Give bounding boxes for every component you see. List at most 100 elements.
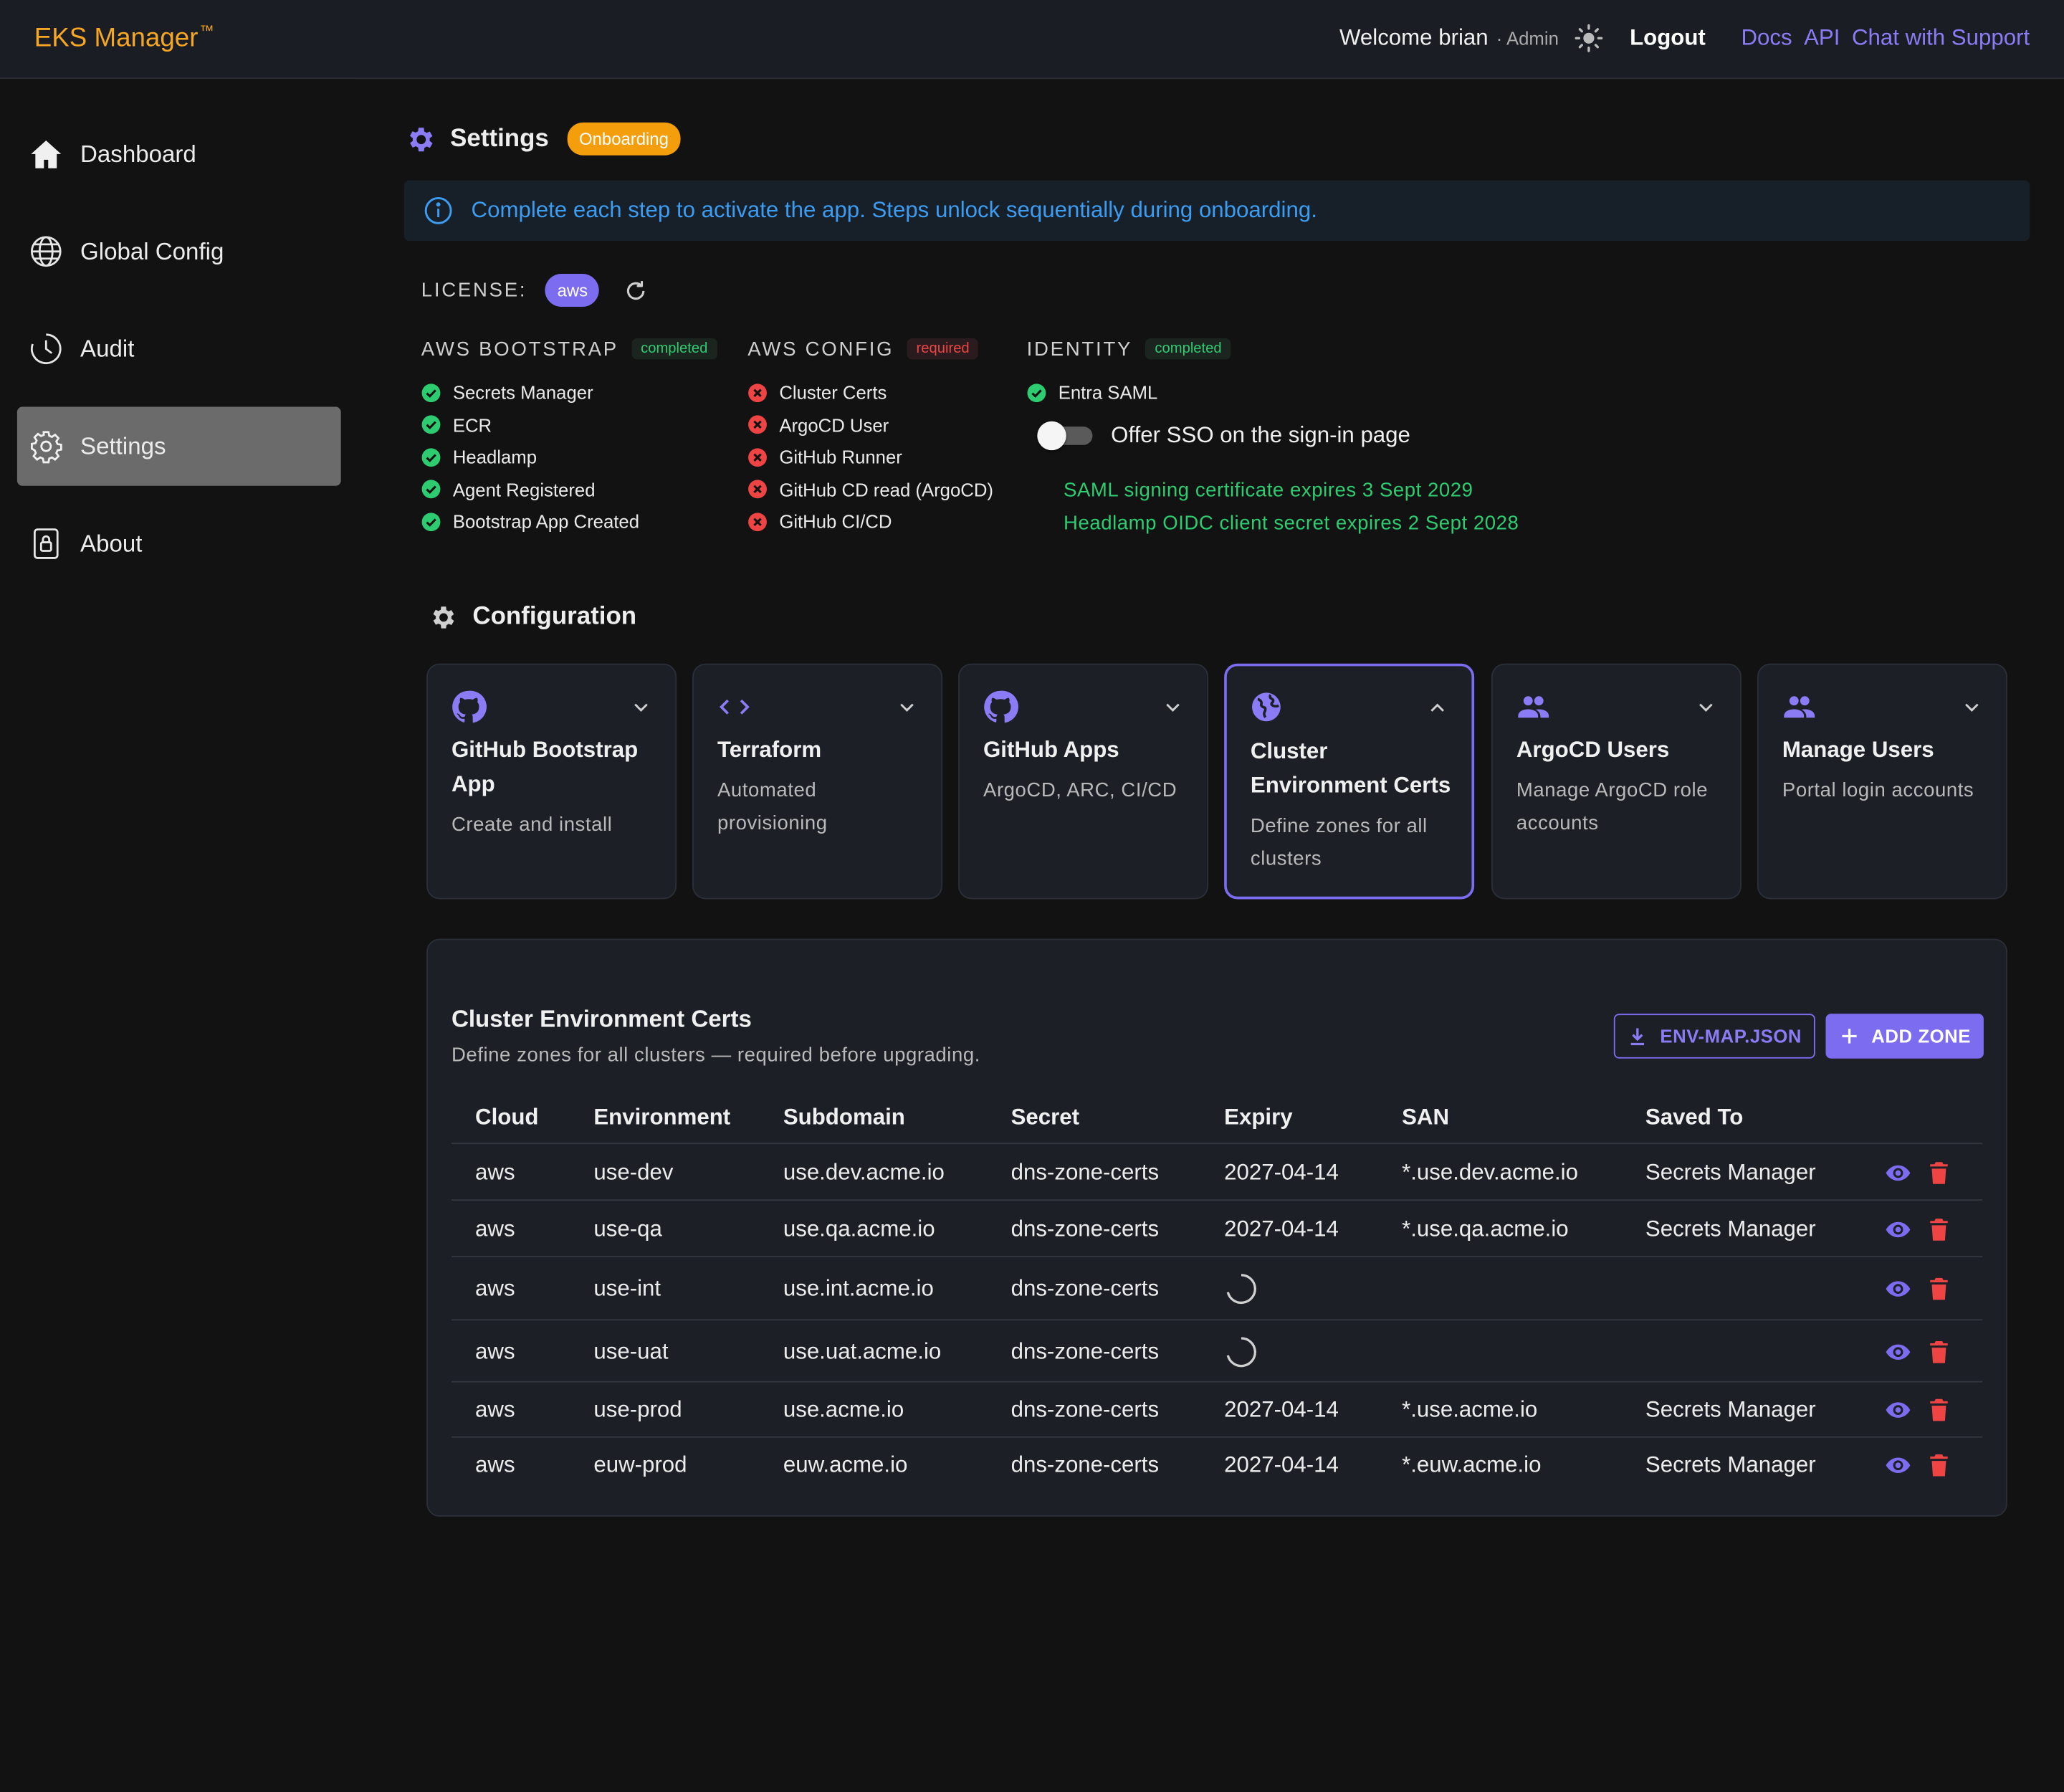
cell-subdomain: euw.acme.io (783, 1452, 908, 1477)
chat-support-link[interactable]: Chat with Support (1852, 25, 2030, 52)
card-github-bootstrap-app[interactable]: GitHub Bootstrap App Create and install (426, 663, 677, 900)
x-circle-icon (747, 383, 768, 403)
cell-cloud: aws (475, 1396, 515, 1422)
trash-icon[interactable] (1926, 1160, 1952, 1186)
certs-panel: Cluster Environment Certs Define zones f… (426, 938, 2007, 1517)
check-circle-icon (421, 480, 441, 500)
status-badge: completed (1145, 338, 1231, 360)
trash-icon[interactable] (1926, 1276, 1952, 1302)
table-row: aws euw-prod euw.acme.io dns-zone-certs 2027… (452, 1438, 1982, 1493)
cell-subdomain: use.int.acme.io (783, 1275, 934, 1301)
trash-icon[interactable] (1926, 1452, 1952, 1479)
chevron-down-icon[interactable] (1696, 697, 1716, 718)
column-header-cloud: Cloud (475, 1104, 539, 1130)
eye-icon[interactable] (1885, 1160, 1911, 1186)
sidebar-item-dashboard[interactable]: Dashboard (17, 115, 341, 194)
check-label: ECR (452, 414, 492, 436)
card-terraform[interactable]: Terraform Automated provisioning (692, 663, 943, 900)
plus-icon (1838, 1026, 1859, 1047)
cell-environment: euw-prod (593, 1452, 687, 1477)
cell-saved-to: Secrets Manager (1645, 1216, 1816, 1242)
cell-expiry: 2027-04-14 (1224, 1452, 1339, 1477)
check-item: Cluster Certs (747, 376, 993, 409)
check-item: Entra SAML (1027, 376, 1231, 409)
column-header-environment: Environment (593, 1104, 731, 1130)
sso-toggle-row: Offer SSO on the sign-in page (1037, 421, 1410, 451)
cell-secret: dns-zone-certs (1010, 1338, 1160, 1364)
globe-icon (29, 234, 63, 269)
check-label: Cluster Certs (779, 382, 887, 404)
chevron-down-icon[interactable] (1962, 697, 1982, 718)
cell-subdomain: use.qa.acme.io (783, 1216, 935, 1242)
docs-link[interactable]: Docs (1741, 25, 1792, 52)
card-title: ArgoCD Users (1516, 737, 1670, 763)
card-argocd-users[interactable]: ArgoCD Users Manage ArgoCD role accounts (1491, 663, 1742, 900)
api-link[interactable]: API (1804, 25, 1840, 52)
check-item: Headlamp (421, 441, 717, 473)
trash-icon[interactable] (1926, 1216, 1952, 1243)
chevron-down-icon[interactable] (631, 697, 651, 718)
check-item: GitHub Runner (747, 441, 993, 473)
card-description: Define zones for all clusters (1250, 814, 1428, 871)
sun-icon[interactable] (1575, 24, 1603, 52)
section-title: AWS CONFIG (747, 338, 894, 361)
sidebar-item-about[interactable]: About (17, 504, 341, 583)
onboarding-badge: Onboarding (567, 122, 681, 156)
check-label: GitHub CI/CD (779, 511, 892, 533)
check-label: Secrets Manager (452, 382, 593, 404)
cell-saved-to: Secrets Manager (1645, 1452, 1816, 1477)
card-github-apps[interactable]: GitHub Apps ArgoCD, ARC, CI/CD (958, 663, 1209, 900)
gear-icon (406, 123, 437, 155)
card-manage-users[interactable]: Manage Users Portal login accounts (1757, 663, 2007, 900)
sidebar-item-settings[interactable]: Settings (16, 406, 341, 486)
sidebar-item-audit[interactable]: Audit (17, 310, 341, 389)
button-label: ADD ZONE (1871, 1025, 1971, 1047)
license-row: LICENSE: aws (421, 274, 650, 307)
sidebar-item-label: Settings (80, 432, 166, 459)
eye-icon[interactable] (1885, 1452, 1911, 1479)
table-row: aws use-qa use.qa.acme.io dns-zone-certs 202… (451, 1201, 1983, 1258)
status-badge: completed (631, 338, 717, 360)
section-aws-bootstrap: AWS BOOTSTRAP completed Secrets Manager E… (421, 337, 717, 538)
cell-san: *.use.qa.acme.io (1402, 1216, 1569, 1242)
cell-subdomain: use.uat.acme.io (783, 1338, 942, 1364)
chevron-up-icon[interactable] (1427, 697, 1448, 718)
chevron-down-icon[interactable] (1162, 697, 1183, 718)
cell-cloud: aws (475, 1216, 515, 1242)
trash-icon[interactable] (1926, 1339, 1952, 1366)
x-circle-icon (747, 415, 768, 435)
check-circle-icon (421, 447, 441, 467)
env-map-download-button[interactable]: ENV-MAP.JSON (1613, 1014, 1815, 1059)
add-zone-button[interactable]: ADD ZONE (1825, 1014, 1984, 1059)
cell-secret: dns-zone-certs (1010, 1160, 1160, 1186)
table-row: aws use-int use.int.acme.io dns-zone-certs (451, 1257, 1983, 1321)
column-header-secret: Secret (1010, 1104, 1080, 1130)
trash-icon[interactable] (1926, 1397, 1952, 1424)
section-title: AWS BOOTSTRAP (421, 338, 618, 361)
header-right: Welcome brian · Admin Logout Docs API Ch… (1339, 24, 2030, 52)
cell-expiry: 2027-04-14 (1224, 1216, 1339, 1242)
sidebar: Dashboard Global Config Audit Settings A… (0, 79, 355, 1792)
button-label: ENV-MAP.JSON (1660, 1025, 1802, 1047)
eye-icon[interactable] (1885, 1216, 1911, 1243)
section-title: Configuration (472, 603, 637, 631)
info-icon (423, 195, 454, 227)
chevron-down-icon[interactable] (897, 697, 917, 718)
user-role: · Admin (1496, 27, 1559, 49)
eye-icon[interactable] (1885, 1276, 1911, 1302)
app-logo[interactable]: EKS Manager ™ (34, 24, 214, 54)
refresh-icon[interactable] (624, 277, 650, 304)
column-header-subdomain: Subdomain (783, 1104, 905, 1130)
sso-toggle[interactable] (1037, 421, 1093, 451)
card-description: Manage ArgoCD role accounts (1516, 779, 1709, 835)
cell-secret: dns-zone-certs (1010, 1216, 1160, 1242)
check-circle-icon (421, 512, 441, 532)
card-cluster-environment-certs[interactable]: Cluster Environment Certs Define zones f… (1224, 663, 1475, 900)
eye-icon[interactable] (1885, 1397, 1911, 1424)
sidebar-item-label: Global Config (80, 237, 224, 264)
logout-button[interactable]: Logout (1630, 25, 1706, 52)
sidebar-item-global-config[interactable]: Global Config (17, 212, 341, 291)
check-item: Bootstrap App Created (421, 505, 717, 538)
eye-icon[interactable] (1885, 1339, 1911, 1366)
check-label: ArgoCD User (779, 414, 889, 436)
